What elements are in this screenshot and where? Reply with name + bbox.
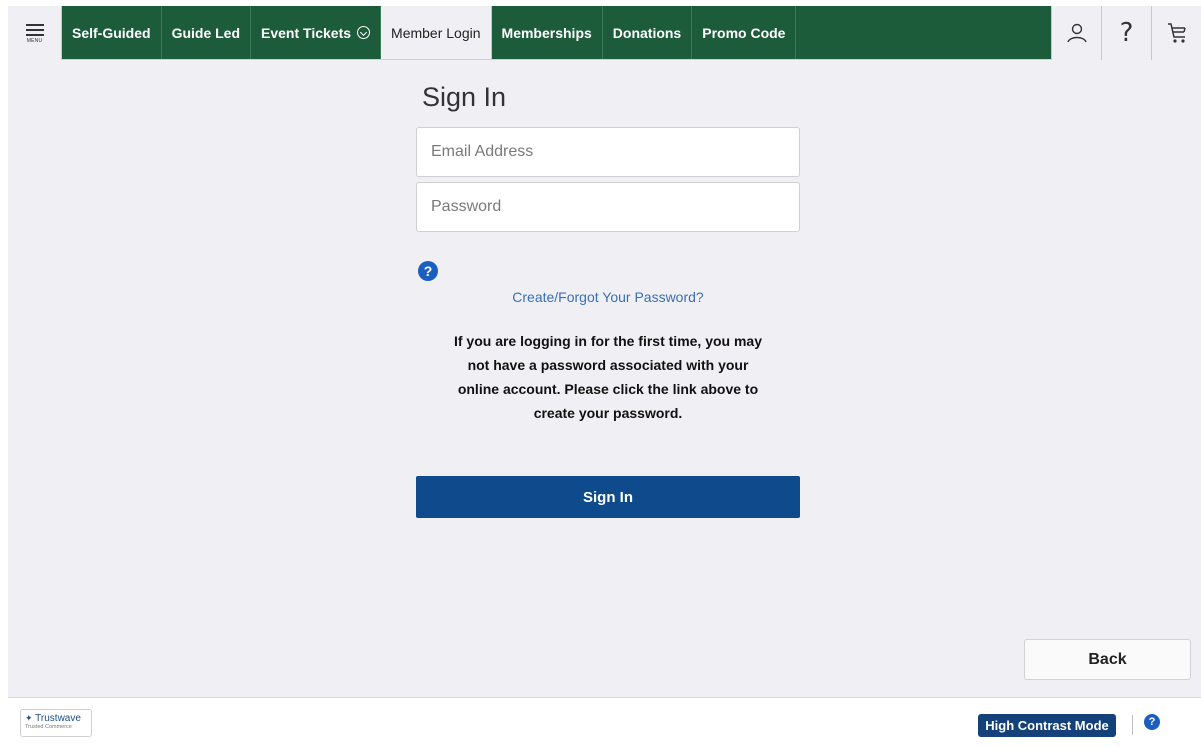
tab-event-tickets[interactable]: Event Tickets (251, 6, 382, 59)
tab-promo-code[interactable]: Promo Code (692, 6, 797, 59)
email-field[interactable] (416, 127, 800, 177)
sign-in-button[interactable]: Sign In (416, 476, 800, 518)
trustwave-badge[interactable]: ✦ Trustwave Trusted Commerce (20, 709, 92, 737)
password-help-icon[interactable]: ? (418, 261, 438, 281)
trustwave-title: ✦ Trustwave (25, 713, 87, 724)
footer: ✦ Trustwave Trusted Commerce High Contra… (8, 697, 1201, 747)
page-frame: MENU Self-Guided Guide Led Event Tickets… (8, 6, 1201, 747)
trustwave-logo-icon: ✦ (25, 713, 33, 723)
first-time-notice: If you are logging in for the first time… (453, 333, 763, 421)
chevron-down-icon (357, 26, 371, 39)
signin-form: Sign In ? Create/Forgot Your Password? I… (416, 82, 801, 518)
menu-label: MENU (26, 38, 43, 44)
help-icon: ? (1119, 18, 1134, 48)
trustwave-subtitle: Trusted Commerce (25, 724, 72, 730)
tab-memberships[interactable]: Memberships (492, 6, 603, 59)
top-nav: MENU Self-Guided Guide Led Event Tickets… (8, 6, 1201, 60)
high-contrast-button[interactable]: High Contrast Mode (978, 714, 1116, 737)
hamburger-icon-bar (25, 33, 44, 36)
hamburger-icon-bar (25, 28, 44, 31)
cart-icon (1167, 23, 1186, 43)
help-button[interactable]: ? (1101, 6, 1151, 60)
forgot-password-link[interactable]: Create/Forgot Your Password? (416, 289, 800, 305)
tab-event-tickets-label: Event Tickets (261, 24, 352, 41)
tab-donations[interactable]: Donations (603, 6, 693, 59)
tab-guide-led[interactable]: Guide Led (162, 6, 252, 59)
footer-help-glyph: ? (1148, 716, 1156, 728)
tab-member-login[interactable]: Member Login (381, 6, 492, 59)
cart-button[interactable] (1151, 6, 1201, 60)
account-button[interactable] (1051, 6, 1101, 60)
menu-button[interactable]: MENU (8, 6, 62, 60)
footer-divider (1132, 715, 1133, 735)
trustwave-title-text: Trustwave (35, 713, 81, 724)
back-button[interactable]: Back (1024, 639, 1191, 680)
password-help-glyph: ? (423, 263, 433, 279)
hamburger-icon (25, 23, 44, 26)
tab-self-guided[interactable]: Self-Guided (62, 6, 162, 59)
page-title: Sign In (422, 82, 507, 112)
user-icon (1066, 23, 1087, 43)
password-field[interactable] (416, 182, 800, 232)
footer-help-icon[interactable]: ? (1144, 714, 1160, 730)
